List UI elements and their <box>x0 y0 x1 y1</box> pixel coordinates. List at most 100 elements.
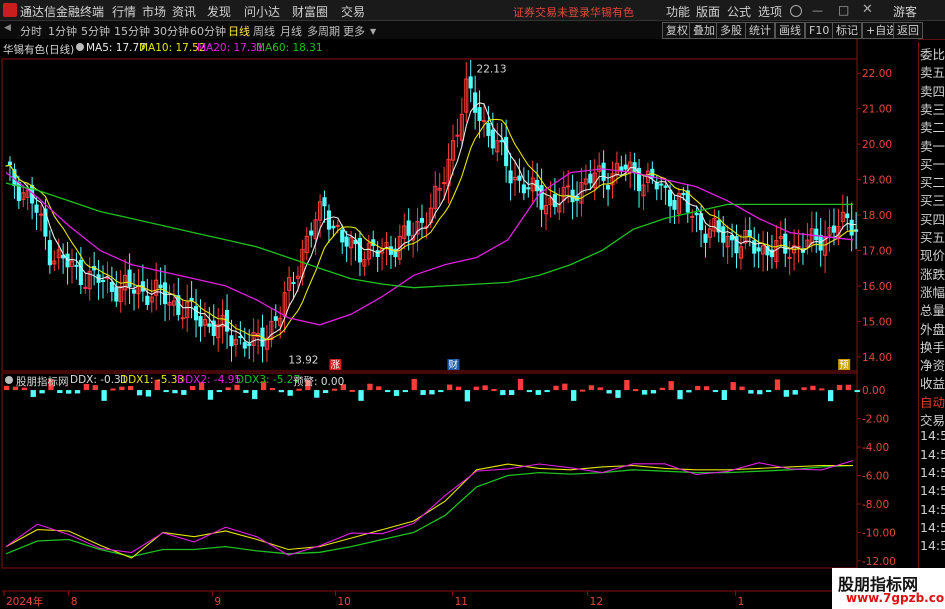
menu-hangqing[interactable]: 行情 <box>112 3 136 20</box>
menu-shichang[interactable]: 市场 <box>142 3 166 20</box>
back-button[interactable]: 返回 <box>893 22 923 39</box>
guest-label[interactable]: 游客 <box>893 3 917 20</box>
candle-body <box>477 107 482 122</box>
candle-body <box>814 228 819 241</box>
price-tick-label: 18.00 <box>862 210 892 222</box>
ddx-bar <box>296 388 302 391</box>
period-fenshi[interactable]: 分时 <box>20 23 42 39</box>
side-item-24: 14:5 <box>920 483 945 499</box>
fuquan-button[interactable]: 复权 <box>662 22 692 39</box>
ddx-bar <box>491 388 497 391</box>
close-icon[interactable]: ✕ <box>862 2 873 17</box>
x-tick-label: 12 <box>590 596 603 608</box>
indicator-settings-icon[interactable] <box>5 376 13 384</box>
period-multi[interactable]: 多周期 <box>307 23 340 39</box>
ddx-bar <box>402 390 409 393</box>
ddx-bar <box>190 385 196 391</box>
ddx-bar <box>535 390 541 395</box>
chevron-down-icon[interactable]: ▼ <box>370 27 376 36</box>
ddx-bar <box>384 390 391 393</box>
menu-wenxiaoda[interactable]: 问小达 <box>244 3 280 20</box>
ddx-bar <box>216 390 222 393</box>
ddx-bar <box>509 390 515 396</box>
ddx-bar <box>801 387 807 391</box>
menu-gongneng[interactable]: 功能 <box>666 3 690 20</box>
period-60min[interactable]: 60分钟 <box>190 23 226 39</box>
menu-faxian[interactable]: 发现 <box>207 3 231 20</box>
ind-tick-label: -8.00 <box>862 499 889 511</box>
side-item-20[interactable]: 交易 <box>920 410 945 429</box>
settings-dot-icon[interactable] <box>76 43 84 51</box>
ddx-bar <box>4 385 10 391</box>
f10-button[interactable]: F10 <box>805 22 834 39</box>
ddx-bar <box>819 388 825 391</box>
ddx-bar <box>473 386 479 391</box>
candle-body <box>357 237 363 263</box>
candle-body <box>499 140 504 143</box>
ddx-bar <box>641 390 648 395</box>
duogu-button[interactable]: 多股 <box>716 22 746 39</box>
x-tick-label: 11 <box>455 596 468 608</box>
candle-body <box>756 247 761 252</box>
candle-body <box>291 282 296 285</box>
kline-chart[interactable]: 22.00 21.00 20.00 19.00 18.00 17.00 16.00 15.00… <box>0 39 918 609</box>
side-item-25: 14:5 <box>920 501 945 517</box>
ddx-bar <box>624 379 630 391</box>
price-tick-label: 17.00 <box>862 245 892 257</box>
ddx-bar <box>562 383 568 391</box>
menu-banmian[interactable]: 版面 <box>696 3 720 20</box>
side-item-8: 买三 <box>920 193 945 209</box>
period-15min[interactable]: 15分钟 <box>114 23 150 39</box>
candle-body <box>690 216 695 219</box>
ddx-bar <box>757 390 763 395</box>
menu-xuanxiang[interactable]: 选项 <box>758 3 782 20</box>
side-item-17: 净资 <box>920 358 945 374</box>
login-notice[interactable]: 证券交易未登录 <box>513 4 590 20</box>
period-more[interactable]: 更多 <box>343 23 365 39</box>
menu-zixun[interactable]: 资讯 <box>172 3 196 20</box>
period-monthly[interactable]: 月线 <box>280 23 302 39</box>
side-item-2: 卖四 <box>920 83 945 99</box>
diejia-button[interactable]: 叠加 <box>689 22 719 39</box>
ddx-bar <box>287 390 293 396</box>
chevron-left-icon[interactable]: ◀ <box>4 23 11 33</box>
side-item-19[interactable]: 自动 <box>920 392 945 411</box>
minimize-icon[interactable]: — <box>812 4 823 17</box>
x-tick-label: 10 <box>337 596 350 608</box>
period-5min[interactable]: 5分钟 <box>81 23 110 39</box>
ddx-bar <box>686 390 692 393</box>
stock-chart-title: 华锡有色(日线) <box>3 44 75 56</box>
price-tick-label: 19.00 <box>862 175 892 187</box>
side-item-9: 买四 <box>920 211 945 227</box>
menu-jiaoyi[interactable]: 交易 <box>341 3 365 20</box>
menu-gongshi[interactable]: 公式 <box>727 3 751 20</box>
ddx-bar <box>482 385 488 391</box>
candle-body <box>721 226 726 243</box>
biaoji-button[interactable]: 标记 <box>832 22 862 39</box>
ddx-bar <box>464 390 471 402</box>
ddx-bar <box>455 386 462 391</box>
candle-body <box>619 166 624 171</box>
huaxian-button[interactable]: 画线 <box>775 22 805 39</box>
candle-body <box>331 225 336 229</box>
side-item-14: 总量 <box>920 303 945 319</box>
candle-body <box>703 233 708 243</box>
ddx-bar <box>447 384 453 391</box>
menu-caifuquan[interactable]: 财富圈 <box>292 3 328 20</box>
x-tick-label: 8 <box>71 596 78 608</box>
candle-body <box>566 185 571 188</box>
side-item-7: 买二 <box>920 175 945 191</box>
period-weekly[interactable]: 周线 <box>253 23 275 39</box>
period-daily[interactable]: 日线 <box>228 23 250 39</box>
period-30min[interactable]: 30分钟 <box>153 23 189 39</box>
candle-body <box>34 204 39 213</box>
price-tick-label: 14.00 <box>862 352 892 364</box>
side-item-6: 买一 <box>920 156 945 172</box>
user-icon[interactable] <box>790 5 802 17</box>
period-1min[interactable]: 1分钟 <box>48 23 77 39</box>
side-item-1: 卖五 <box>920 65 945 81</box>
maximize-icon[interactable]: □ <box>838 3 849 17</box>
tongji-button[interactable]: 统计 <box>745 22 775 39</box>
side-item-13: 涨幅 <box>920 284 945 300</box>
candle-body <box>74 264 79 267</box>
